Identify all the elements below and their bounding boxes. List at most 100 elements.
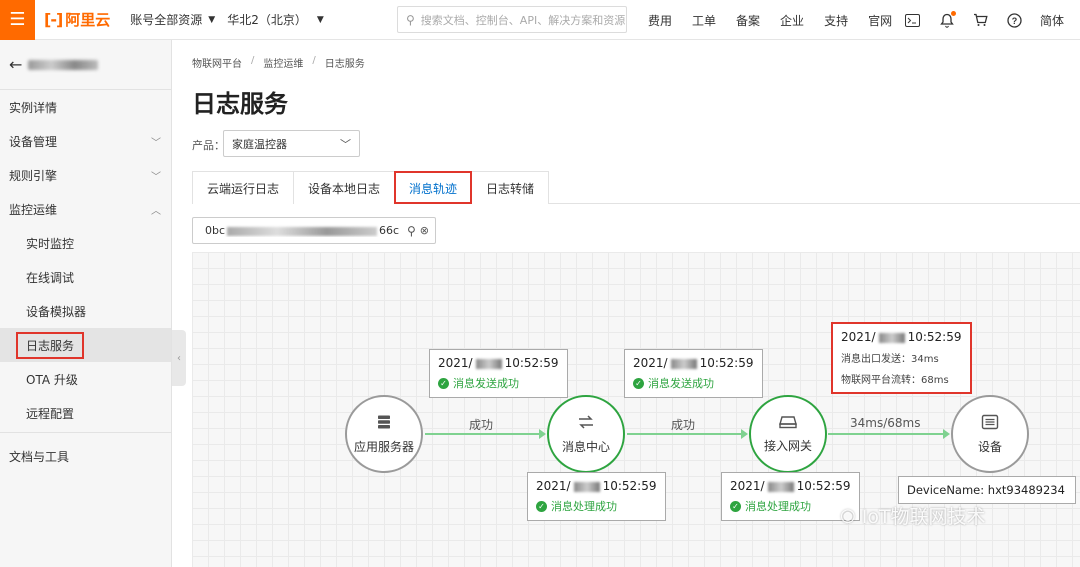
account-scope-label: 账号全部资源 (130, 13, 203, 27)
sidebar-item-label: 在线调试 (26, 270, 75, 285)
sidebar-item-rules-engine[interactable]: 规则引擎 ﹀ (0, 158, 171, 192)
tab-device-local-log[interactable]: 设备本地日志 (293, 171, 396, 204)
notification-dot (951, 10, 956, 16)
top-icons: ? 简体 (904, 0, 1064, 40)
breadcrumb-item[interactable]: 监控运维 (263, 55, 303, 70)
sidebar-divider (0, 432, 171, 433)
sidebar-item-monitoring-ops[interactable]: 监控运维 ︿ (0, 192, 171, 226)
sidebar-item-log-service[interactable]: 日志服务 (0, 328, 171, 362)
search-icon[interactable]: ⚲ (407, 224, 416, 238)
bell-icon[interactable] (938, 10, 956, 29)
status-success: ✓ 消息发送成功 (438, 375, 559, 391)
card-timestamp: 2021/10:52:59 (536, 479, 657, 493)
node-label: 接入网关 (763, 439, 812, 453)
sidebar-item-label: 实例详情 (9, 100, 58, 115)
tab-cloud-runtime-log[interactable]: 云端运行日志 (192, 171, 295, 204)
card-timestamp: 2021/10:52:59 (730, 479, 851, 493)
date-redacted (670, 358, 697, 369)
node-label: 设备 (977, 439, 1002, 454)
sidebar-item-docs-tools[interactable]: 文档与工具 (0, 439, 171, 473)
svg-text:?: ? (1012, 16, 1018, 26)
edge-label: 34ms/68ms (850, 416, 921, 430)
trace-id-suffix: 66c (379, 224, 400, 237)
card-date: 2021/ (536, 479, 571, 493)
link-enterprise[interactable]: 企业 (780, 12, 804, 29)
log-tabs: 云端运行日志 设备本地日志 消息轨迹 日志转储 (192, 171, 1080, 204)
search-icon: ⚲ (406, 12, 415, 27)
link-billing[interactable]: 费用 (648, 12, 672, 29)
global-search-input[interactable]: ⚲ 搜索文档、控制台、API、解决方案和资源 (397, 6, 627, 33)
sidebar-back[interactable]: ← (0, 40, 171, 90)
sidebar-item-ota-upgrade[interactable]: OTA 升级 (0, 362, 171, 396)
sidebar-collapse-handle[interactable]: ‹ (172, 330, 186, 386)
breadcrumb-separator: / (312, 55, 316, 66)
node-message-center[interactable]: 消息中心 (547, 395, 625, 473)
breadcrumb: 物联网平台 / 监控运维 / 日志服务 (192, 55, 365, 70)
page-title: 日志服务 (192, 90, 288, 118)
sidebar-item-device-simulator[interactable]: 设备模拟器 (0, 294, 171, 328)
brand-logo[interactable]: [-] 阿里云 (44, 9, 110, 30)
link-support[interactable]: 支持 (824, 12, 848, 29)
sidebar-item-label: 日志服务 (16, 331, 85, 359)
search-placeholder: 搜索文档、控制台、API、解决方案和资源 (420, 13, 626, 27)
node-device[interactable]: 设备 (951, 395, 1029, 473)
node-app-server[interactable]: 应用服务器 (345, 395, 423, 473)
product-select[interactable]: 家庭温控器 ﹀ (223, 130, 360, 157)
trace-edge (627, 429, 748, 439)
card-date: 2021/ (841, 330, 876, 344)
caret-down-icon: ▼ (316, 14, 324, 25)
sidebar-item-remote-config[interactable]: 远程配置 (0, 396, 171, 430)
check-circle-icon: ✓ (438, 377, 449, 389)
card-time: 10:52:59 (602, 479, 657, 493)
card-timestamp: 2021/10:52:59 (841, 330, 962, 344)
sidebar-item-online-debug[interactable]: 在线调试 (0, 260, 171, 294)
cart-icon[interactable] (972, 12, 989, 29)
watermark-text: IoT物联网技术 (861, 506, 986, 528)
sidebar-item-label: 文档与工具 (9, 449, 70, 464)
link-ticket[interactable]: 工单 (692, 12, 716, 29)
help-icon[interactable]: ? (1006, 12, 1023, 29)
tab-log-dump[interactable]: 日志转储 (471, 171, 550, 204)
link-official-site[interactable]: 官网 (868, 12, 892, 29)
chevron-down-icon: ﹀ (340, 137, 351, 151)
card-time: 10:52:59 (907, 330, 962, 344)
tab-message-trace[interactable]: 消息轨迹 (394, 171, 473, 204)
card-date: 2021/ (633, 356, 668, 370)
status-success: ✓ 消息处理成功 (730, 498, 851, 514)
server-icon (376, 414, 392, 434)
status-text: 消息处理成功 (745, 500, 811, 513)
instance-name-redacted (28, 59, 99, 70)
clear-icon[interactable]: ⊗ (420, 224, 429, 237)
region-dropdown[interactable]: 华北2（北京） ▼ (227, 11, 324, 28)
sidebar-item-label: 规则引擎 (9, 168, 58, 183)
hamburger-icon[interactable]: ☰ (0, 0, 35, 40)
chevron-left-icon: ‹ (177, 352, 181, 364)
sidebar-item-device-management[interactable]: 设备管理 ﹀ (0, 124, 171, 158)
arrow-left-icon[interactable]: ← (9, 55, 22, 74)
main-content: 物联网平台 / 监控运维 / 日志服务 日志服务 产品： 家庭温控器 ﹀ 云端运… (192, 40, 1080, 567)
node-label: 应用服务器 (353, 439, 414, 454)
node-access-gateway[interactable]: 接入网关 (749, 395, 827, 473)
check-circle-icon: ✓ (633, 377, 644, 389)
account-scope-dropdown[interactable]: 账号全部资源 ▼ (130, 11, 215, 28)
node-label: 消息中心 (561, 439, 610, 454)
sidebar-item-realtime-monitor[interactable]: 实时监控 (0, 226, 171, 260)
trace-id-input[interactable]: 0bc 66c ⚲ ⊗ (192, 217, 436, 244)
latency-card: 2021/10:52:59 消息出口发送：34ms 物联网平台流转：68ms (831, 322, 972, 394)
sidebar-item-instance-details[interactable]: 实例详情 (0, 90, 171, 124)
device-icon (981, 414, 999, 434)
trace-id-value: 0bc 66c (205, 224, 403, 237)
terminal-icon[interactable] (904, 12, 921, 29)
card-date: 2021/ (730, 479, 765, 493)
status-text: 消息发送成功 (453, 377, 519, 390)
sidebar-item-label: 远程配置 (26, 406, 75, 421)
card-date: 2021/ (438, 356, 473, 370)
trace-card: 2021/10:52:59 ✓ 消息处理成功 (721, 472, 860, 521)
date-redacted (767, 481, 794, 492)
language-switch[interactable]: 简体 (1040, 12, 1064, 29)
link-icp[interactable]: 备案 (736, 12, 760, 29)
trace-card: 2021/10:52:59 ✓ 消息发送成功 (624, 349, 763, 398)
sidebar-item-label: 设备管理 (9, 134, 58, 149)
breadcrumb-item[interactable]: 物联网平台 (192, 55, 242, 70)
product-label: 产品： (192, 139, 225, 152)
